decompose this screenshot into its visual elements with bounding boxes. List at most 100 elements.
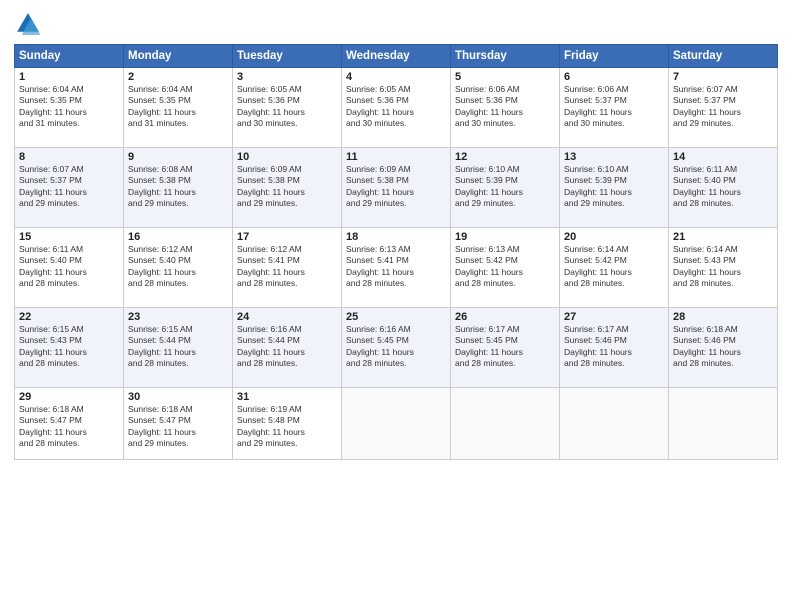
cell-info: Sunrise: 6:12 AMSunset: 5:41 PMDaylight:… bbox=[237, 244, 337, 290]
calendar-cell: 15 Sunrise: 6:11 AMSunset: 5:40 PMDaylig… bbox=[15, 228, 124, 308]
day-number: 11 bbox=[346, 151, 446, 163]
day-header: Saturday bbox=[669, 45, 778, 68]
day-number: 7 bbox=[673, 71, 773, 83]
calendar-cell: 25 Sunrise: 6:16 AMSunset: 5:45 PMDaylig… bbox=[342, 308, 451, 388]
calendar-cell: 18 Sunrise: 6:13 AMSunset: 5:41 PMDaylig… bbox=[342, 228, 451, 308]
cell-info: Sunrise: 6:15 AMSunset: 5:43 PMDaylight:… bbox=[19, 324, 119, 370]
calendar-cell: 27 Sunrise: 6:17 AMSunset: 5:46 PMDaylig… bbox=[560, 308, 669, 388]
day-number: 29 bbox=[19, 391, 119, 403]
cell-info: Sunrise: 6:12 AMSunset: 5:40 PMDaylight:… bbox=[128, 244, 228, 290]
calendar-cell: 19 Sunrise: 6:13 AMSunset: 5:42 PMDaylig… bbox=[451, 228, 560, 308]
calendar-cell: 22 Sunrise: 6:15 AMSunset: 5:43 PMDaylig… bbox=[15, 308, 124, 388]
calendar-cell: 20 Sunrise: 6:14 AMSunset: 5:42 PMDaylig… bbox=[560, 228, 669, 308]
cell-info: Sunrise: 6:04 AMSunset: 5:35 PMDaylight:… bbox=[128, 84, 228, 130]
calendar-cell bbox=[669, 388, 778, 460]
cell-info: Sunrise: 6:17 AMSunset: 5:45 PMDaylight:… bbox=[455, 324, 555, 370]
cell-info: Sunrise: 6:11 AMSunset: 5:40 PMDaylight:… bbox=[673, 164, 773, 210]
cell-info: Sunrise: 6:17 AMSunset: 5:46 PMDaylight:… bbox=[564, 324, 664, 370]
day-number: 5 bbox=[455, 71, 555, 83]
day-number: 21 bbox=[673, 231, 773, 243]
cell-info: Sunrise: 6:06 AMSunset: 5:37 PMDaylight:… bbox=[564, 84, 664, 130]
cell-info: Sunrise: 6:09 AMSunset: 5:38 PMDaylight:… bbox=[346, 164, 446, 210]
day-number: 22 bbox=[19, 311, 119, 323]
day-header: Monday bbox=[124, 45, 233, 68]
day-number: 31 bbox=[237, 391, 337, 403]
calendar-cell: 4 Sunrise: 6:05 AMSunset: 5:36 PMDayligh… bbox=[342, 68, 451, 148]
cell-info: Sunrise: 6:10 AMSunset: 5:39 PMDaylight:… bbox=[455, 164, 555, 210]
cell-info: Sunrise: 6:05 AMSunset: 5:36 PMDaylight:… bbox=[237, 84, 337, 130]
cell-info: Sunrise: 6:16 AMSunset: 5:45 PMDaylight:… bbox=[346, 324, 446, 370]
calendar-cell: 29 Sunrise: 6:18 AMSunset: 5:47 PMDaylig… bbox=[15, 388, 124, 460]
day-number: 30 bbox=[128, 391, 228, 403]
cell-info: Sunrise: 6:10 AMSunset: 5:39 PMDaylight:… bbox=[564, 164, 664, 210]
header bbox=[14, 10, 778, 38]
calendar-cell: 7 Sunrise: 6:07 AMSunset: 5:37 PMDayligh… bbox=[669, 68, 778, 148]
cell-info: Sunrise: 6:04 AMSunset: 5:35 PMDaylight:… bbox=[19, 84, 119, 130]
day-number: 2 bbox=[128, 71, 228, 83]
day-number: 14 bbox=[673, 151, 773, 163]
day-number: 19 bbox=[455, 231, 555, 243]
calendar-cell: 6 Sunrise: 6:06 AMSunset: 5:37 PMDayligh… bbox=[560, 68, 669, 148]
page: SundayMondayTuesdayWednesdayThursdayFrid… bbox=[0, 0, 792, 612]
day-number: 26 bbox=[455, 311, 555, 323]
day-number: 28 bbox=[673, 311, 773, 323]
day-header: Sunday bbox=[15, 45, 124, 68]
day-number: 23 bbox=[128, 311, 228, 323]
calendar-cell: 12 Sunrise: 6:10 AMSunset: 5:39 PMDaylig… bbox=[451, 148, 560, 228]
day-header: Thursday bbox=[451, 45, 560, 68]
calendar-cell: 13 Sunrise: 6:10 AMSunset: 5:39 PMDaylig… bbox=[560, 148, 669, 228]
logo bbox=[14, 10, 46, 38]
cell-info: Sunrise: 6:16 AMSunset: 5:44 PMDaylight:… bbox=[237, 324, 337, 370]
calendar-cell: 3 Sunrise: 6:05 AMSunset: 5:36 PMDayligh… bbox=[233, 68, 342, 148]
day-header: Wednesday bbox=[342, 45, 451, 68]
day-number: 9 bbox=[128, 151, 228, 163]
calendar-cell: 21 Sunrise: 6:14 AMSunset: 5:43 PMDaylig… bbox=[669, 228, 778, 308]
calendar-cell: 14 Sunrise: 6:11 AMSunset: 5:40 PMDaylig… bbox=[669, 148, 778, 228]
calendar-cell bbox=[451, 388, 560, 460]
day-number: 10 bbox=[237, 151, 337, 163]
cell-info: Sunrise: 6:11 AMSunset: 5:40 PMDaylight:… bbox=[19, 244, 119, 290]
day-number: 13 bbox=[564, 151, 664, 163]
day-number: 3 bbox=[237, 71, 337, 83]
cell-info: Sunrise: 6:19 AMSunset: 5:48 PMDaylight:… bbox=[237, 404, 337, 450]
day-header: Tuesday bbox=[233, 45, 342, 68]
calendar-cell: 10 Sunrise: 6:09 AMSunset: 5:38 PMDaylig… bbox=[233, 148, 342, 228]
cell-info: Sunrise: 6:07 AMSunset: 5:37 PMDaylight:… bbox=[19, 164, 119, 210]
cell-info: Sunrise: 6:06 AMSunset: 5:36 PMDaylight:… bbox=[455, 84, 555, 130]
day-number: 8 bbox=[19, 151, 119, 163]
cell-info: Sunrise: 6:09 AMSunset: 5:38 PMDaylight:… bbox=[237, 164, 337, 210]
day-number: 12 bbox=[455, 151, 555, 163]
cell-info: Sunrise: 6:18 AMSunset: 5:47 PMDaylight:… bbox=[19, 404, 119, 450]
calendar-cell: 28 Sunrise: 6:18 AMSunset: 5:46 PMDaylig… bbox=[669, 308, 778, 388]
calendar-body: 1 Sunrise: 6:04 AMSunset: 5:35 PMDayligh… bbox=[15, 68, 778, 460]
calendar-cell: 5 Sunrise: 6:06 AMSunset: 5:36 PMDayligh… bbox=[451, 68, 560, 148]
day-header: Friday bbox=[560, 45, 669, 68]
day-number: 17 bbox=[237, 231, 337, 243]
day-number: 20 bbox=[564, 231, 664, 243]
cell-info: Sunrise: 6:05 AMSunset: 5:36 PMDaylight:… bbox=[346, 84, 446, 130]
day-number: 25 bbox=[346, 311, 446, 323]
calendar-cell: 8 Sunrise: 6:07 AMSunset: 5:37 PMDayligh… bbox=[15, 148, 124, 228]
calendar-cell: 17 Sunrise: 6:12 AMSunset: 5:41 PMDaylig… bbox=[233, 228, 342, 308]
calendar: SundayMondayTuesdayWednesdayThursdayFrid… bbox=[14, 44, 778, 460]
cell-info: Sunrise: 6:13 AMSunset: 5:42 PMDaylight:… bbox=[455, 244, 555, 290]
cell-info: Sunrise: 6:14 AMSunset: 5:43 PMDaylight:… bbox=[673, 244, 773, 290]
calendar-cell: 30 Sunrise: 6:18 AMSunset: 5:47 PMDaylig… bbox=[124, 388, 233, 460]
calendar-cell bbox=[560, 388, 669, 460]
cell-info: Sunrise: 6:18 AMSunset: 5:47 PMDaylight:… bbox=[128, 404, 228, 450]
cell-info: Sunrise: 6:18 AMSunset: 5:46 PMDaylight:… bbox=[673, 324, 773, 370]
day-number: 4 bbox=[346, 71, 446, 83]
day-number: 6 bbox=[564, 71, 664, 83]
calendar-cell: 11 Sunrise: 6:09 AMSunset: 5:38 PMDaylig… bbox=[342, 148, 451, 228]
calendar-cell: 31 Sunrise: 6:19 AMSunset: 5:48 PMDaylig… bbox=[233, 388, 342, 460]
calendar-cell: 23 Sunrise: 6:15 AMSunset: 5:44 PMDaylig… bbox=[124, 308, 233, 388]
calendar-cell: 24 Sunrise: 6:16 AMSunset: 5:44 PMDaylig… bbox=[233, 308, 342, 388]
calendar-cell: 16 Sunrise: 6:12 AMSunset: 5:40 PMDaylig… bbox=[124, 228, 233, 308]
cell-info: Sunrise: 6:15 AMSunset: 5:44 PMDaylight:… bbox=[128, 324, 228, 370]
logo-icon bbox=[14, 10, 42, 38]
calendar-cell: 1 Sunrise: 6:04 AMSunset: 5:35 PMDayligh… bbox=[15, 68, 124, 148]
cell-info: Sunrise: 6:13 AMSunset: 5:41 PMDaylight:… bbox=[346, 244, 446, 290]
calendar-cell: 26 Sunrise: 6:17 AMSunset: 5:45 PMDaylig… bbox=[451, 308, 560, 388]
day-number: 1 bbox=[19, 71, 119, 83]
day-number: 18 bbox=[346, 231, 446, 243]
